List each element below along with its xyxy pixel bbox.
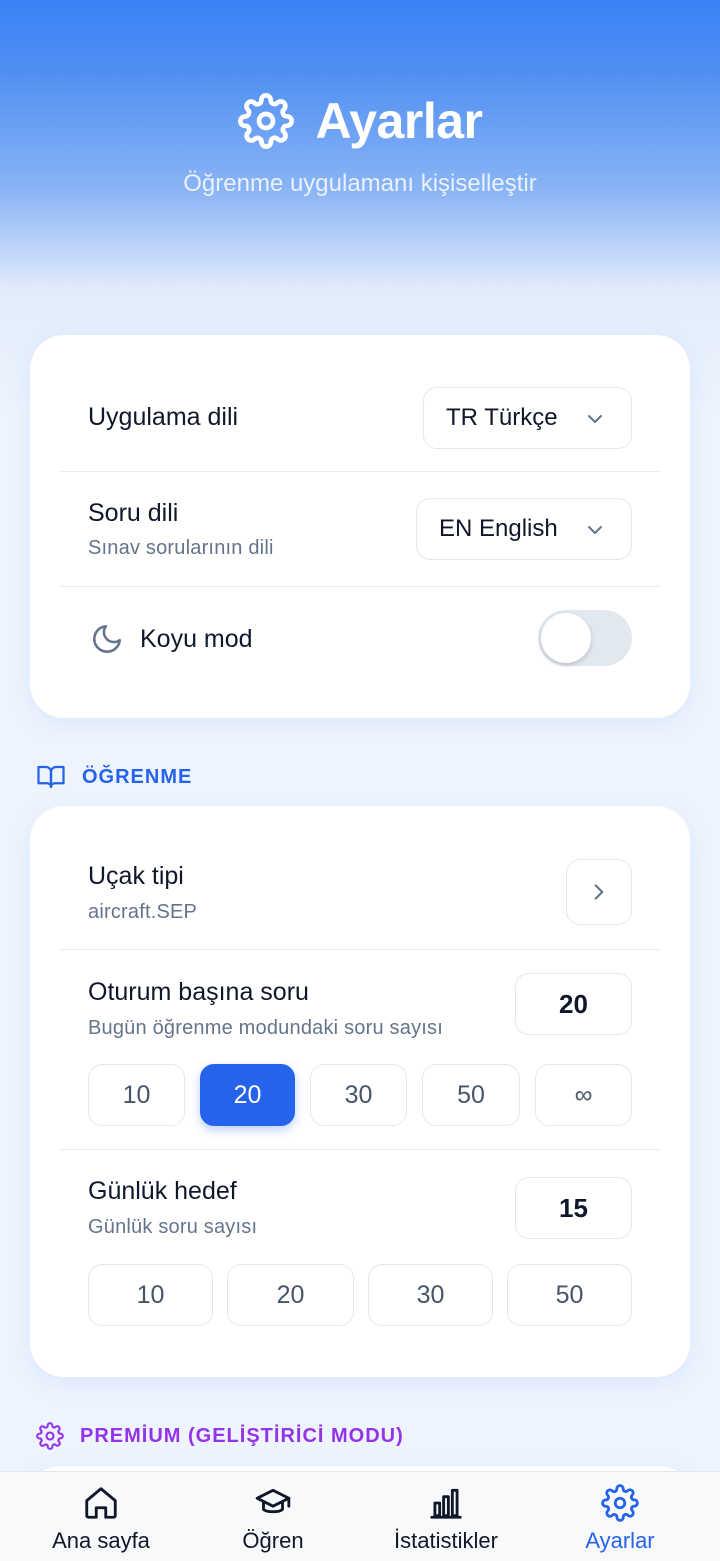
divider xyxy=(60,949,660,950)
bottom-tab-bar: Ana sayfa Öğren İstatistikler Ayarlar xyxy=(0,1471,720,1561)
tab-label: İstatistikler xyxy=(394,1528,498,1553)
learning-section-header: ÖĞRENME xyxy=(36,762,192,792)
page-title: Ayarlar xyxy=(315,93,483,149)
per-session-option-unlimited[interactable]: ∞ xyxy=(535,1064,632,1126)
question-language-select[interactable]: EN English xyxy=(416,498,632,560)
tab-settings[interactable]: Ayarlar xyxy=(570,1472,670,1561)
header: Ayarlar Öğrenme uygulamanı kişiselleştir xyxy=(0,0,720,300)
daily-goal-sublabel: Günlük soru sayısı xyxy=(88,1216,258,1238)
tab-learn[interactable]: Öğren xyxy=(222,1472,324,1561)
chevron-down-icon xyxy=(588,526,602,534)
daily-goal-option-10[interactable]: 10 xyxy=(88,1264,213,1326)
app-language-label: Uygulama dili xyxy=(88,403,239,431)
per-session-sublabel: Bugün öğrenme modundaki soru sayısı xyxy=(88,1017,443,1039)
graduation-cap-icon xyxy=(255,1488,291,1514)
learning-settings-card: Uçak tipi aircraft.SEP Oturum başına sor… xyxy=(30,806,690,1377)
dark-mode-toggle[interactable] xyxy=(538,610,632,666)
dark-mode-label: Koyu mod xyxy=(140,625,253,653)
toggle-knob xyxy=(541,613,591,663)
page-subtitle: Öğrenme uygulamanı kişiselleştir xyxy=(183,170,537,197)
per-session-option-10[interactable]: 10 xyxy=(88,1064,185,1126)
chevron-right-icon xyxy=(594,884,604,900)
chevron-down-icon xyxy=(588,415,602,423)
question-language-sublabel: Sınav sorularının dili xyxy=(88,537,274,559)
aircraft-type-label: Uçak tipi xyxy=(88,862,184,890)
bar-chart-icon xyxy=(430,1488,462,1519)
premium-section-title: PREMİUM (GELİŞTİRİCİ MODU) xyxy=(80,1424,404,1447)
tab-label: Öğren xyxy=(242,1528,304,1553)
home-icon xyxy=(85,1487,117,1519)
book-open-icon xyxy=(37,765,65,789)
per-session-option-50[interactable]: 50 xyxy=(422,1064,520,1126)
gear-icon xyxy=(237,93,294,149)
tab-statistics[interactable]: İstatistikler xyxy=(380,1472,512,1561)
aircraft-type-value: aircraft.SEP xyxy=(88,901,198,923)
per-session-option-30[interactable]: 30 xyxy=(310,1064,407,1126)
app-language-select[interactable]: TR Türkçe xyxy=(423,387,632,449)
tab-label: Ana sayfa xyxy=(52,1528,150,1553)
daily-goal-label: Günlük hedef xyxy=(88,1177,237,1205)
question-language-value: EN English xyxy=(439,515,558,542)
divider xyxy=(60,586,660,587)
gear-icon xyxy=(36,1422,64,1450)
app-language-value: TR Türkçe xyxy=(446,404,558,431)
tab-label: Ayarlar xyxy=(585,1528,655,1553)
tab-home[interactable]: Ana sayfa xyxy=(40,1472,162,1561)
question-language-label: Soru dili xyxy=(88,499,179,527)
general-settings-card: Uygulama dili TR Türkçe Soru dili Sınav … xyxy=(30,335,690,718)
daily-goal-option-50[interactable]: 50 xyxy=(507,1264,632,1326)
divider xyxy=(60,471,660,472)
daily-goal-option-20[interactable]: 20 xyxy=(227,1264,354,1326)
moon-icon xyxy=(93,624,122,653)
aircraft-type-button[interactable] xyxy=(566,859,632,925)
daily-goal-input[interactable]: 15 xyxy=(515,1177,632,1239)
learning-section-title: ÖĞRENME xyxy=(82,765,193,788)
daily-goal-option-30[interactable]: 30 xyxy=(368,1264,493,1326)
gear-icon xyxy=(601,1484,639,1522)
title-row: Ayarlar xyxy=(0,92,720,150)
premium-section-header: PREMİUM (GELİŞTİRİCİ MODU) xyxy=(36,1422,404,1450)
per-session-label: Oturum başına soru xyxy=(88,978,309,1006)
divider xyxy=(60,1149,660,1150)
per-session-option-20[interactable]: 20 xyxy=(200,1064,295,1126)
per-session-input[interactable]: 20 xyxy=(515,973,632,1035)
